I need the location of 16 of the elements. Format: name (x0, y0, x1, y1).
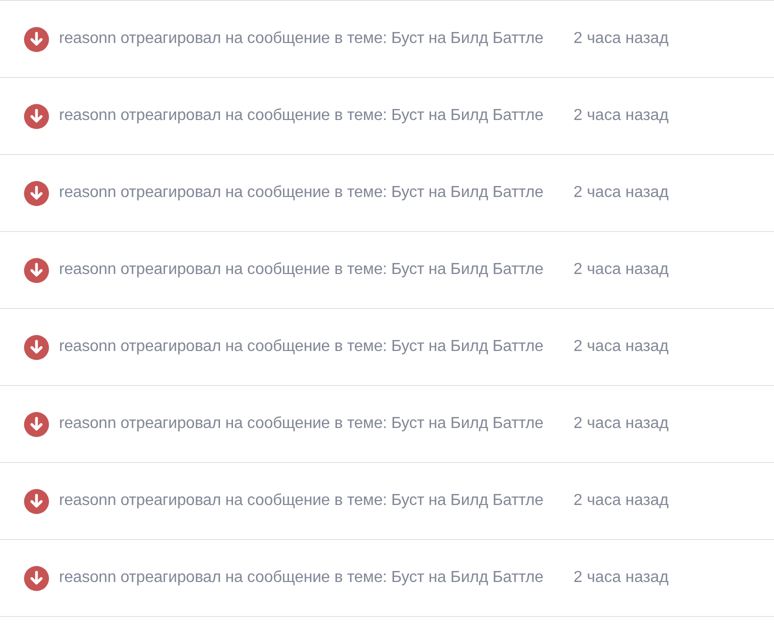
notification-text[interactable]: reasonn отреагировал на сообщение в теме: Буст на Билд Баттле (59, 104, 544, 128)
timestamp: 2 часа назад (573, 106, 669, 126)
timestamp: 2 часа назад (573, 414, 669, 434)
timestamp: 2 часа назад (573, 183, 669, 203)
notification-text[interactable]: reasonn отреагировал на сообщение в теме: Буст на Билд Баттле (59, 412, 544, 436)
notification-text[interactable]: reasonn отреагировал на сообщение в теме: Буст на Билд Баттле (59, 489, 544, 513)
timestamp: 2 часа назад (573, 337, 669, 357)
timestamp: 2 часа назад (573, 260, 669, 280)
notification-text[interactable]: reasonn отреагировал на сообщение в теме: Буст на Билд Баттле (59, 335, 544, 359)
notification-text[interactable]: reasonn отреагировал на сообщение в теме: Буст на Билд Баттле (59, 258, 544, 282)
timestamp: 2 часа назад (573, 29, 669, 49)
timestamp: 2 часа назад (573, 568, 669, 588)
notification-text[interactable]: reasonn отреагировал на сообщение в теме: Буст на Билд Баттле (59, 27, 544, 51)
notification-text[interactable]: reasonn отреагировал на сообщение в теме: Буст на Билд Баттле (59, 566, 544, 590)
notification-text[interactable]: reasonn отреагировал на сообщение в теме: Буст на Билд Баттле (59, 181, 544, 205)
timestamp: 2 часа назад (573, 491, 669, 511)
